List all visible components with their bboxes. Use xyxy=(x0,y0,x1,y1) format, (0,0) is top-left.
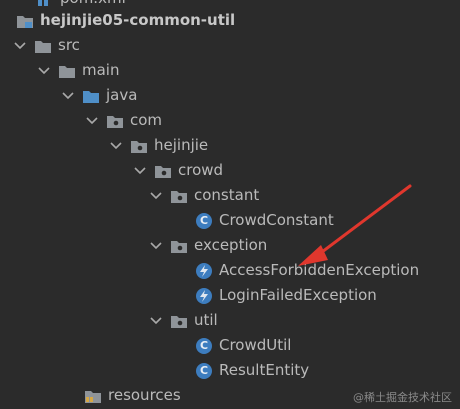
module-folder-icon xyxy=(16,13,34,29)
chevron-down-icon[interactable] xyxy=(150,308,162,333)
chevron-down-icon[interactable] xyxy=(86,108,98,133)
tree-row-util[interactable]: util xyxy=(0,308,460,333)
tree-label: LoginFailedException xyxy=(219,286,377,304)
tree-row-login-failed[interactable]: LoginFailedException xyxy=(0,283,460,308)
source-folder-icon xyxy=(82,88,100,104)
chevron-down-icon[interactable] xyxy=(150,183,162,208)
tree-row-access-forbidden[interactable]: AccessForbiddenException xyxy=(0,258,460,283)
exception-class-icon xyxy=(196,262,212,279)
package-icon xyxy=(170,238,188,254)
tree-label: resources xyxy=(108,386,181,404)
chevron-down-icon[interactable] xyxy=(150,233,162,258)
tree-label: src xyxy=(58,36,80,54)
chevron-down-icon[interactable] xyxy=(14,33,26,58)
class-icon: C xyxy=(196,337,212,354)
tree-row-crowd-util[interactable]: C CrowdUtil xyxy=(0,333,460,358)
tree-label: ResultEntity xyxy=(219,361,310,379)
tree-row-constant[interactable]: constant xyxy=(0,183,460,208)
tree-label: java xyxy=(106,86,138,104)
tree-row-com[interactable]: com xyxy=(0,108,460,133)
tree-row-result-entity[interactable]: C ResultEntity xyxy=(0,358,460,383)
tree-row-module[interactable]: hejinjie05-common-util xyxy=(0,8,460,33)
tree-label: hejinjie xyxy=(154,136,209,154)
package-icon xyxy=(170,313,188,329)
package-icon xyxy=(130,138,148,154)
chevron-down-icon[interactable] xyxy=(134,158,146,183)
chevron-down-icon[interactable] xyxy=(110,133,122,158)
tree-row-crowd-constant[interactable]: C CrowdConstant xyxy=(0,208,460,233)
tree-row-src[interactable]: src xyxy=(0,33,460,58)
tree-label: CrowdUtil xyxy=(219,336,292,354)
tree-label: com xyxy=(130,111,163,129)
tree-label: hejinjie05-common-util xyxy=(40,11,236,29)
watermark: @稀土掘金技术社区 xyxy=(353,391,452,404)
tree-row-crowd[interactable]: crowd xyxy=(0,158,460,183)
package-icon xyxy=(106,113,124,129)
tree-label: main xyxy=(82,61,120,79)
tree-label: constant xyxy=(194,186,260,204)
tree-label: exception xyxy=(194,236,268,254)
tree-row-main[interactable]: main xyxy=(0,58,460,83)
tree-label: CrowdConstant xyxy=(219,211,334,229)
chevron-down-icon[interactable] xyxy=(62,83,74,108)
package-icon xyxy=(154,163,172,179)
file-icon xyxy=(36,0,54,7)
tree-row-hejinjie[interactable]: hejinjie xyxy=(0,133,460,158)
package-icon xyxy=(170,188,188,204)
tree-row-java[interactable]: java xyxy=(0,83,460,108)
chevron-down-icon[interactable] xyxy=(38,58,50,83)
project-tree: pom.xml hejinjie05-common-util src xyxy=(0,0,460,409)
tree-label: AccessForbiddenException xyxy=(219,261,420,279)
tree-row-exception[interactable]: exception xyxy=(0,233,460,258)
tree-label: crowd xyxy=(178,161,224,179)
exception-class-icon xyxy=(196,287,212,304)
resources-folder-icon xyxy=(84,388,102,404)
class-icon: C xyxy=(196,212,212,229)
tree-label: util xyxy=(194,311,218,329)
folder-icon xyxy=(58,63,76,79)
folder-icon xyxy=(34,38,52,54)
class-icon: C xyxy=(196,362,212,379)
